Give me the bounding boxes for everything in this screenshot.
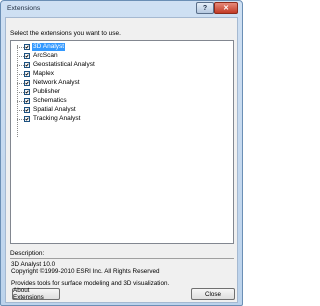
- checkbox-arcscan[interactable]: [24, 53, 30, 59]
- tree-item-schematics[interactable]: Schematics: [11, 97, 233, 105]
- check-icon: [25, 54, 29, 58]
- tree-connector: [17, 56, 24, 57]
- checkbox-3d-analyst[interactable]: [24, 44, 30, 50]
- item-label: Schematics: [33, 97, 67, 104]
- tree-item-network-analyst[interactable]: Network Analyst: [11, 79, 233, 87]
- check-icon: [25, 45, 29, 49]
- check-icon: [25, 108, 29, 112]
- tree-connector: [17, 47, 24, 48]
- item-label: Maplex: [33, 70, 54, 77]
- checkbox-publisher[interactable]: [24, 89, 30, 95]
- close-button[interactable]: Close: [191, 288, 235, 300]
- check-icon: [25, 117, 29, 121]
- item-label: Geostatistical Analyst: [33, 61, 95, 68]
- checkbox-network-analyst[interactable]: [24, 80, 30, 86]
- extensions-tree[interactable]: 3D Analyst ArcScan Geostatistical Analys…: [10, 40, 234, 244]
- item-label: 3D Analyst: [32, 43, 66, 51]
- instruction-text: Select the extensions you want to use.: [10, 30, 121, 37]
- tree-connector: [17, 110, 24, 111]
- check-icon: [25, 99, 29, 103]
- checkbox-spatial-analyst[interactable]: [24, 107, 30, 113]
- check-icon: [25, 90, 29, 94]
- tree-item-tracking-analyst[interactable]: Tracking Analyst: [11, 115, 233, 123]
- item-label: Spatial Analyst: [33, 106, 76, 113]
- tree-connector: [17, 119, 24, 120]
- extensions-dialog: Extensions ? ✕ Select the extensions you…: [0, 0, 243, 306]
- extension-name: 3D Analyst 10.0: [11, 261, 56, 268]
- item-label: Tracking Analyst: [33, 115, 81, 122]
- dialog-body: Select the extensions you want to use. 3…: [5, 17, 238, 303]
- check-icon: [25, 72, 29, 76]
- tree-connector: [17, 83, 24, 84]
- help-button[interactable]: ?: [196, 2, 214, 14]
- window-title: Extensions: [7, 5, 41, 12]
- item-label: Publisher: [33, 88, 61, 95]
- tree-connector: [17, 92, 24, 93]
- checkbox-geostatistical-analyst[interactable]: [24, 62, 30, 68]
- tree-item-3d-analyst[interactable]: 3D Analyst: [11, 43, 233, 51]
- item-label: ArcScan: [33, 52, 58, 59]
- tree-item-publisher[interactable]: Publisher: [11, 88, 233, 96]
- description-text: Provides tools for surface modeling and …: [11, 280, 170, 287]
- tree-item-geostatistical-analyst[interactable]: Geostatistical Analyst: [11, 61, 233, 69]
- copyright-text: Copyright ©1999-2010 ESRI Inc. All Right…: [11, 268, 160, 275]
- check-icon: [25, 63, 29, 67]
- tree-item-arcscan[interactable]: ArcScan: [11, 52, 233, 60]
- checkbox-schematics[interactable]: [24, 98, 30, 104]
- window-close-button[interactable]: ✕: [214, 2, 238, 14]
- check-icon: [25, 81, 29, 85]
- item-label: Network Analyst: [33, 79, 80, 86]
- checkbox-maplex[interactable]: [24, 71, 30, 77]
- about-extensions-button[interactable]: About Extensions: [12, 287, 60, 301]
- description-label: Description:: [10, 250, 45, 257]
- tree-connector: [17, 74, 24, 75]
- title-bar[interactable]: Extensions ? ✕: [1, 1, 242, 17]
- tree-item-spatial-analyst[interactable]: Spatial Analyst: [11, 106, 233, 114]
- checkbox-tracking-analyst[interactable]: [24, 116, 30, 122]
- tree-connector: [17, 101, 24, 102]
- tree-connector: [17, 65, 24, 66]
- tree-item-maplex[interactable]: Maplex: [11, 70, 233, 78]
